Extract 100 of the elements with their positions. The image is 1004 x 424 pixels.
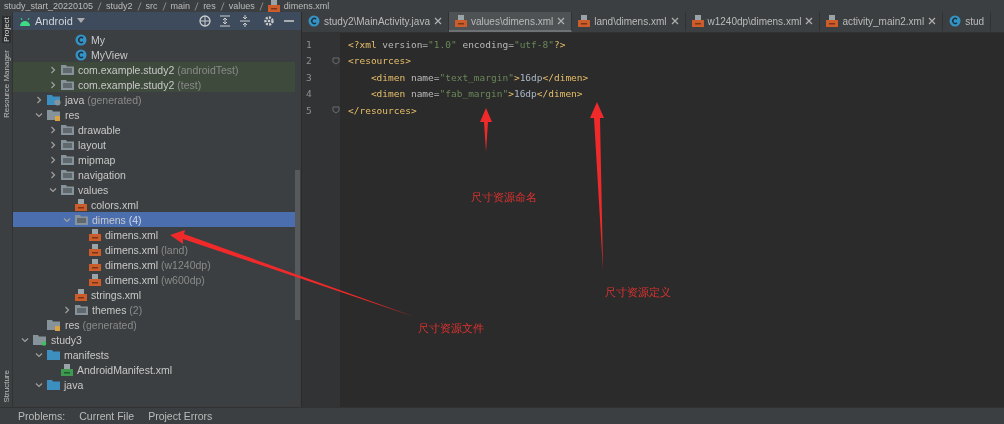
editor-tab[interactable]: study2\MainActivity.java: [302, 12, 449, 32]
xml-file-icon: [89, 243, 101, 256]
folder-icon: [61, 169, 74, 180]
tree-item[interactable]: res (generated): [13, 317, 295, 332]
xml-file-icon: [454, 15, 467, 27]
tool-window-tab[interactable]: Project: [1, 16, 11, 43]
close-icon[interactable]: [928, 17, 937, 25]
close-icon[interactable]: [433, 17, 442, 25]
dropdown-caret-icon: [76, 18, 85, 24]
fold-marker-icon[interactable]: [332, 106, 340, 115]
path-separator-icon: [194, 1, 200, 11]
tree-item[interactable]: MyView: [13, 47, 295, 62]
tree-item[interactable]: dimens (4): [13, 212, 295, 227]
folder-icon: [61, 154, 74, 165]
code-line: <resources>: [348, 54, 412, 69]
xml-file-icon: [75, 198, 87, 211]
tree-item[interactable]: values: [13, 182, 295, 197]
breadcrumb-item[interactable]: study2: [106, 1, 133, 11]
folder-icon: [75, 214, 88, 225]
path-separator-icon: [219, 1, 225, 11]
code-line: <?xml version="1.0" encoding="utf-8"?>: [348, 37, 567, 52]
tree-item[interactable]: colors.xml: [13, 197, 295, 212]
line-number: 2: [306, 55, 312, 67]
breadcrumb-item[interactable]: study_start_20220105: [4, 1, 94, 11]
xml-file-icon: [89, 258, 101, 271]
tree-item[interactable]: themes (2): [13, 302, 295, 317]
line-number: 1: [306, 38, 312, 50]
xml-file-icon: [89, 273, 101, 286]
problems-tab[interactable]: Current File: [79, 410, 135, 422]
tree-item[interactable]: manifests: [13, 347, 295, 362]
tree-item[interactable]: My: [13, 32, 295, 47]
tree-item[interactable]: layout: [13, 137, 295, 152]
tree-item[interactable]: navigation: [13, 167, 295, 182]
folder-icon: [61, 124, 74, 135]
breadcrumb-item[interactable]: main: [170, 1, 191, 11]
path-separator-icon: [136, 1, 142, 11]
tree-item[interactable]: AndroidManifest.xml: [13, 362, 295, 377]
tree-item[interactable]: dimens.xml (land): [13, 242, 295, 257]
close-icon[interactable]: [670, 17, 679, 25]
tree-item[interactable]: drawable: [13, 122, 295, 137]
tree-item[interactable]: dimens.xml (w600dp): [13, 272, 295, 287]
folder-icon: [61, 79, 74, 90]
xml-file-icon: [75, 288, 87, 301]
breadcrumb-item[interactable]: res: [203, 1, 216, 11]
editor-tab[interactable]: values\dimens.xml: [448, 12, 573, 32]
problems-tab[interactable]: Project Errors: [148, 410, 213, 422]
class-icon: [308, 15, 320, 27]
settings-icon[interactable]: [263, 15, 275, 27]
tree-item[interactable]: dimens.xml: [13, 227, 295, 242]
collapse-all-icon[interactable]: [239, 15, 251, 27]
line-number: 5: [306, 104, 312, 116]
android-icon: [19, 16, 31, 26]
tree-item[interactable]: study3: [13, 332, 295, 347]
tool-window-tab[interactable]: Structure: [1, 368, 11, 403]
code-line: </resources>: [348, 103, 418, 118]
problems-tab[interactable]: Problems:: [18, 410, 66, 422]
close-icon[interactable]: [805, 17, 814, 25]
path-separator-icon: [97, 1, 103, 11]
tree-item[interactable]: java (generated): [13, 92, 295, 107]
xml-file-icon: [578, 15, 591, 27]
annotation-label: 尺寸资源命名: [471, 190, 537, 204]
editor-tab[interactable]: activity_main2.xml: [820, 12, 944, 32]
folder-icon: [47, 349, 60, 360]
expand-all-icon[interactable]: [219, 15, 231, 27]
xml-file-icon: [826, 15, 839, 27]
breadcrumb-item[interactable]: values: [228, 1, 255, 11]
tree-item[interactable]: strings.xml: [13, 287, 295, 302]
breadcrumb-item[interactable]: dimens.xml: [283, 1, 330, 11]
manifest-file-icon: [61, 363, 73, 376]
tree-item[interactable]: dimens.xml (w1240dp): [13, 257, 295, 272]
folder-icon: [47, 93, 61, 106]
code-line: <dimen name="text_margin">16dp</dimen>: [369, 70, 589, 85]
folder-icon: [61, 184, 74, 195]
line-number: 3: [306, 71, 312, 83]
project-view-selector[interactable]: Android: [35, 15, 73, 27]
xml-file-icon: [267, 0, 280, 12]
xml-file-icon: [691, 15, 704, 27]
scrollbar-thumb[interactable]: [295, 170, 300, 320]
editor-tab[interactable]: stud: [943, 12, 992, 32]
folder-icon: [75, 304, 88, 315]
class-icon: [75, 33, 87, 46]
fold-marker-icon[interactable]: [332, 56, 340, 65]
annotation-label: 尺寸资源文件: [418, 321, 484, 335]
tree-item[interactable]: res: [13, 107, 295, 122]
folder-icon: [47, 318, 61, 331]
tree-item[interactable]: mipmap: [13, 152, 295, 167]
path-separator-icon: [258, 1, 264, 11]
editor-tab[interactable]: land\dimens.xml: [572, 12, 686, 32]
tree-item[interactable]: java: [13, 377, 295, 392]
tree-item[interactable]: com.example.study2 (test): [13, 77, 295, 92]
locate-icon[interactable]: [199, 15, 211, 27]
close-icon[interactable]: [557, 17, 566, 25]
editor-tab[interactable]: w1240dp\dimens.xml: [685, 12, 821, 32]
folder-icon: [47, 108, 61, 121]
tree-item[interactable]: com.example.study2 (androidTest): [13, 62, 295, 77]
tool-window-tab[interactable]: Resource Manager: [1, 48, 11, 119]
class-icon: [75, 48, 87, 61]
breadcrumb-item[interactable]: src: [145, 1, 158, 11]
class-icon: [949, 15, 962, 27]
folder-icon: [61, 139, 74, 150]
